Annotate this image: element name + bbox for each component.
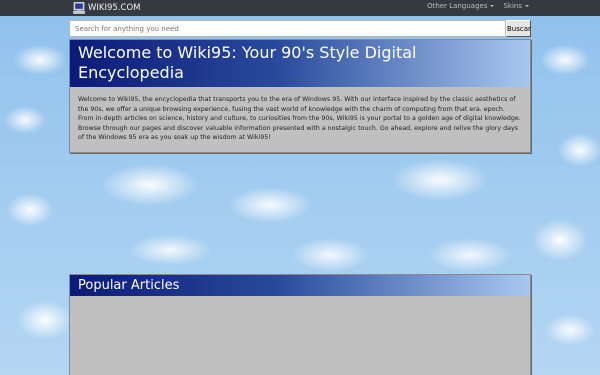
search-input[interactable] <box>69 20 506 37</box>
skins-dropdown[interactable]: Skins <box>503 2 529 10</box>
search-form: Buscar <box>69 20 531 37</box>
search-button[interactable]: Buscar <box>506 20 531 37</box>
popular-articles-panel: Popular Articles <box>69 274 531 375</box>
skins-label: Skins <box>503 2 522 10</box>
caret-down-icon <box>525 5 529 7</box>
popular-articles-title: Popular Articles <box>70 275 530 296</box>
top-navbar: WIKI95.COM Other Languages Skins <box>0 0 600 16</box>
caret-down-icon <box>490 5 495 7</box>
nav-menu: Other Languages Skins <box>427 2 529 10</box>
computer-icon <box>73 2 85 14</box>
welcome-panel: Welcome to Wiki95: Your 90's Style Digit… <box>69 39 531 153</box>
brand-name: WIKI95.COM <box>88 3 141 13</box>
other-languages-label: Other Languages <box>427 2 488 10</box>
other-languages-dropdown[interactable]: Other Languages <box>427 2 495 10</box>
welcome-title: Welcome to Wiki95: Your 90's Style Digit… <box>70 40 530 87</box>
brand-link[interactable]: WIKI95.COM <box>73 1 140 15</box>
welcome-text: Welcome to Wiki95, the encyclopedia that… <box>78 96 521 142</box>
